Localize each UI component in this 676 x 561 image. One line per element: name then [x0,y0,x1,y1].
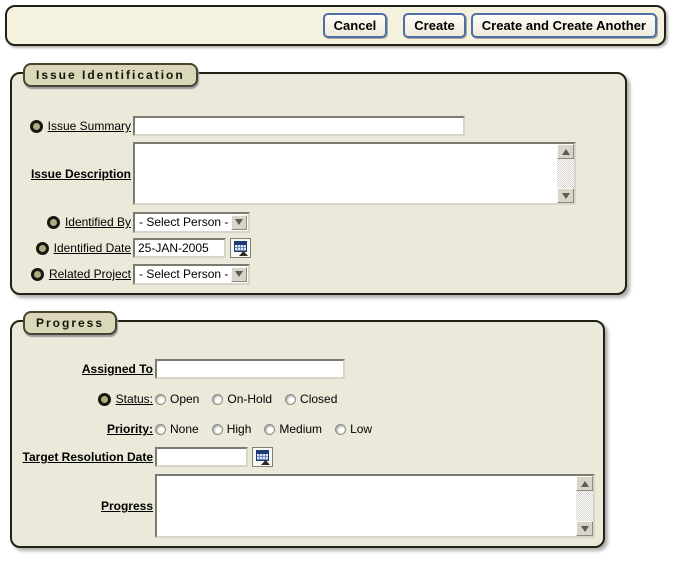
scroll-up-icon [562,149,570,155]
progress-text-row: Progress [12,474,603,538]
issue-summary-label[interactable]: Issue Summary [48,119,131,133]
progress-label[interactable]: Progress [101,499,153,513]
issue-description-row: Issue Description [12,142,625,205]
chevron-down-icon [235,219,243,225]
identified-by-label[interactable]: Identified By [65,215,131,229]
status-open-radio[interactable]: Open [155,392,199,406]
issue-description-textarea[interactable] [135,144,557,203]
issue-description-textarea-box [133,142,576,205]
scrollbar-track[interactable] [576,491,593,521]
radio-icon[interactable] [212,424,223,435]
radio-label: Closed [300,392,337,406]
priority-low-radio[interactable]: Low [335,422,372,436]
create-and-create-another-button[interactable]: Create and Create Another [471,13,657,38]
status-row: Status: Open On-Hold Closed [12,388,603,410]
identified-by-row: Identified By - Select Person - [12,211,625,233]
identified-date-label[interactable]: Identified Date [54,241,131,255]
related-project-label[interactable]: Related Project [49,267,131,281]
related-project-row: Related Project - Select Person - [12,263,625,285]
required-icon [36,242,49,255]
radio-label: On-Hold [227,392,272,406]
progress-textarea-box [155,474,595,538]
identified-date-input[interactable] [133,238,226,258]
radio-icon[interactable] [212,394,223,405]
assigned-to-row: Assigned To [12,358,603,380]
radio-label: High [227,422,252,436]
status-radio-group: Open On-Hold Closed [155,392,337,406]
issue-identification-panel: Issue Identification Issue Summary Issue… [10,72,627,295]
radio-label: None [170,422,199,436]
required-icon [47,216,60,229]
priority-none-radio[interactable]: None [155,422,199,436]
status-label[interactable]: Status: [116,392,153,406]
assigned-to-input[interactable] [155,359,345,379]
calendar-picker-button[interactable] [230,238,251,258]
target-resolution-date-input[interactable] [155,447,248,467]
target-resolution-date-label[interactable]: Target Resolution Date [23,450,153,464]
target-resolution-date-row: Target Resolution Date [12,446,603,468]
required-icon [98,393,111,406]
issue-summary-row: Issue Summary [12,114,625,138]
radio-icon[interactable] [285,394,296,405]
radio-icon[interactable] [155,394,166,405]
progress-panel-title: Progress [23,311,117,335]
radio-icon[interactable] [155,424,166,435]
cancel-button[interactable]: Cancel [323,13,388,38]
scroll-down-icon [581,526,589,532]
radio-icon[interactable] [264,424,275,435]
create-issue-page: Cancel Create Create and Create Another … [0,0,676,561]
dropdown-arrow-button[interactable] [231,215,247,230]
radio-icon[interactable] [335,424,346,435]
related-project-selected-value: - Select Person - [135,266,230,283]
status-closed-radio[interactable]: Closed [285,392,337,406]
progress-panel: Progress Assigned To Status: Open [10,320,605,548]
dropdown-arrow-button[interactable] [231,267,247,282]
scroll-down-icon [562,193,570,199]
priority-medium-radio[interactable]: Medium [264,422,322,436]
issue-identification-panel-title: Issue Identification [23,63,198,87]
related-project-select[interactable]: - Select Person - [133,264,250,285]
radio-label: Open [170,392,199,406]
action-bar: Cancel Create Create and Create Another [5,5,666,46]
issue-summary-input[interactable] [133,116,465,136]
identified-date-row: Identified Date [12,237,625,259]
scroll-up-icon [581,481,589,487]
radio-label: Medium [279,422,322,436]
assigned-to-label[interactable]: Assigned To [82,362,153,376]
chevron-down-icon [235,271,243,277]
scroll-up-button[interactable] [576,476,593,491]
priority-high-radio[interactable]: High [212,422,252,436]
calendar-picker-button[interactable] [252,447,273,467]
scroll-up-button[interactable] [557,144,574,159]
priority-radio-group: None High Medium Low [155,422,372,436]
create-button[interactable]: Create [403,13,465,38]
radio-label: Low [350,422,372,436]
vertical-scrollbar[interactable] [576,476,593,536]
issue-description-label[interactable]: Issue Description [31,167,131,181]
calendar-icon [256,450,269,461]
scrollbar-track[interactable] [557,159,574,188]
priority-label[interactable]: Priority: [107,422,153,436]
identified-by-select[interactable]: - Select Person - [133,212,250,233]
scroll-down-button[interactable] [576,521,593,536]
required-icon [31,268,44,281]
calendar-icon [234,241,247,252]
scroll-down-button[interactable] [557,188,574,203]
priority-row: Priority: None High Medium [12,418,603,440]
status-on-hold-radio[interactable]: On-Hold [212,392,272,406]
identified-by-selected-value: - Select Person - [135,214,230,231]
progress-textarea[interactable] [157,476,576,536]
required-icon [30,120,43,133]
vertical-scrollbar[interactable] [557,144,574,203]
